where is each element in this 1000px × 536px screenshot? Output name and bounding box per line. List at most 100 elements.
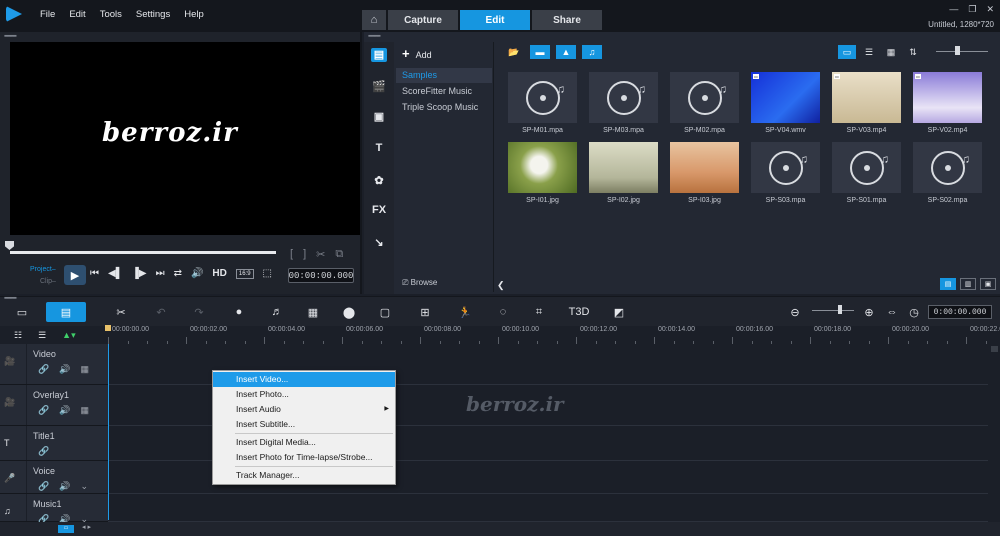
show-audio-icon[interactable]: ♫ (582, 45, 602, 59)
timeline-timecode[interactable]: 0:00:00.000 (928, 305, 992, 319)
mark-out-icon[interactable]: ] (303, 248, 306, 261)
clip-mode-label[interactable]: Clip– (40, 278, 56, 285)
ripple-editing-icon[interactable]: ▦ (80, 364, 89, 375)
volume-icon[interactable]: 🔊 (191, 268, 203, 279)
media-item[interactable]: ▭ SP-V02.mp4 (907, 72, 988, 134)
list-view-icon[interactable]: ☰ (860, 45, 878, 59)
previous-frame-icon[interactable]: ◀▌ (108, 268, 123, 279)
tab-edit[interactable]: Edit (460, 10, 530, 30)
sort-icon[interactable]: ⇅ (904, 45, 922, 59)
media-item[interactable]: SP-I03.jpg (664, 142, 745, 204)
repeat-icon[interactable]: ⇄ (174, 268, 182, 279)
folder-open-icon[interactable]: 📂 (504, 45, 524, 59)
voice-track-icon[interactable]: 🎤 (4, 473, 20, 484)
context-menu-item[interactable]: Track Manager... (213, 468, 395, 483)
menu-edit[interactable]: Edit (69, 9, 85, 20)
tab-capture[interactable]: Capture (388, 10, 458, 30)
thumbnail-size-knob[interactable] (955, 46, 960, 55)
zoom-knob[interactable] (838, 305, 842, 314)
scroll-arrows-icon[interactable]: ◂ ▸ (82, 523, 91, 531)
panel-grip-icon[interactable]: ▪▪▪▪▪▪▪▪ (4, 33, 17, 40)
sound-mixer-icon[interactable]: ♬ (268, 302, 286, 322)
folder-item[interactable]: Samples (396, 68, 492, 83)
track-header[interactable]: 🎤 Voice 🔗 🔊 ⌄ (0, 461, 108, 494)
fit-project-icon[interactable]: ⇔ (884, 302, 900, 322)
multi-trim-icon[interactable]: ⊞ (416, 302, 434, 322)
timeline-view-icon[interactable]: ▤ (46, 302, 86, 322)
playhead-marker[interactable] (105, 325, 111, 331)
zoom-in-icon[interactable]: ⊕ (862, 302, 876, 322)
media-item[interactable]: ▭ SP-V04.wmv (745, 72, 826, 134)
fx-icon[interactable]: FX (371, 204, 387, 218)
thumbnail-size-slider[interactable] (936, 51, 988, 52)
link-icon[interactable]: 🔗 (38, 481, 49, 492)
mute-icon[interactable]: 🔊 (59, 364, 70, 375)
project-duration-icon[interactable]: ◷ (906, 302, 922, 322)
preview-timecode[interactable]: 00:00:00.000 (288, 268, 354, 283)
folder-item[interactable]: Triple Scoop Music (396, 100, 492, 115)
folder-item[interactable]: ScoreFitter Music (396, 84, 492, 99)
show-photos-icon[interactable]: ▲ (556, 45, 576, 59)
link-icon[interactable]: 🔗 (38, 446, 49, 457)
auto-music-icon[interactable]: ▦ (304, 302, 322, 322)
media-item[interactable]: ♫ SP-M01.mpa (502, 72, 583, 134)
expand-icon[interactable]: ▣ (980, 278, 996, 290)
transition-icon[interactable]: ▣ (371, 110, 387, 124)
title-icon[interactable]: T (371, 142, 387, 156)
library-grip-icon[interactable]: ▪▪▪▪▪▪▪▪ (368, 33, 381, 40)
grid-view-icon[interactable]: ▦ (882, 45, 900, 59)
aspect-ratio-button[interactable]: 16:9 (235, 268, 254, 279)
vertical-scrollbar[interactable] (990, 344, 1000, 520)
show-videos-icon[interactable]: ▬ (530, 45, 550, 59)
context-menu-item[interactable]: Insert Audio ▶ (213, 402, 395, 417)
mute-icon[interactable]: 🔊 (59, 405, 70, 416)
track-lane[interactable] (108, 494, 988, 522)
context-menu-item[interactable]: Insert Video... (213, 372, 395, 387)
project-mode-label[interactable]: Project– (30, 266, 56, 273)
scroll-up-icon[interactable] (991, 346, 998, 352)
zoom-out-icon[interactable]: ⊖ (788, 302, 802, 322)
mask-creator-icon[interactable]: ◌ (494, 302, 512, 322)
tools-icon[interactable]: ✂ (112, 302, 130, 322)
chapter-point-icon[interactable]: ☰ (38, 330, 46, 341)
link-icon[interactable]: 🔗 (38, 364, 49, 375)
thumbnail-view-icon[interactable]: ▭ (838, 45, 856, 59)
media-item[interactable]: ♫ SP-S01.mpa (826, 142, 907, 204)
media-item[interactable]: SP-I02.jpg (583, 142, 664, 204)
add-folder-button[interactable]: + Add (402, 46, 432, 61)
play-button[interactable]: ▶ (64, 265, 86, 285)
context-menu-item[interactable]: Insert Photo for Time-lapse/Strobe... (213, 450, 395, 465)
instant-project-icon[interactable]: 🎬 (371, 80, 387, 94)
3d-title-icon[interactable]: T3D (568, 302, 590, 322)
menu-help[interactable]: Help (184, 9, 204, 20)
split-clip-icon[interactable]: ✂ (316, 248, 325, 261)
media-item[interactable]: ♫ SP-S03.mpa (745, 142, 826, 204)
restore-icon[interactable]: ❐ (968, 4, 976, 15)
storyboard-view-icon[interactable]: ▭ (8, 302, 36, 322)
expand-track-icon[interactable]: ⌄ (80, 481, 88, 492)
context-menu-item[interactable]: Insert Digital Media... (213, 435, 395, 450)
browse-button[interactable]: ⎚ Browse (402, 278, 437, 288)
collapse-folders-icon[interactable]: ❮ (497, 280, 505, 291)
tab-share[interactable]: Share (532, 10, 602, 30)
time-remapping-icon[interactable]: 🏃 (456, 302, 474, 322)
end-icon[interactable]: ⏭ (156, 268, 165, 279)
motion-tracking-icon[interactable]: ⬤ (340, 302, 358, 322)
hd-preview-button[interactable]: HD (212, 268, 226, 279)
link-icon[interactable]: 🔗 (38, 405, 49, 416)
enlarge-preview-icon[interactable]: ⧉ (335, 248, 343, 261)
pan-zoom-icon[interactable]: ⌗ (530, 302, 548, 322)
crop-icon[interactable]: ⬚ (263, 268, 272, 279)
track-height-icon[interactable]: ▭ (58, 525, 74, 533)
timeline-ruler[interactable]: 00:00:00.00 00:00:02.00 00:00:04.00 00:00:0… (108, 326, 1000, 344)
undo-icon[interactable]: ↶ (152, 302, 170, 322)
music-track-icon[interactable]: ♫ (4, 506, 20, 516)
overlay-track-icon[interactable]: 🎥 (4, 397, 20, 408)
context-menu-item[interactable]: Insert Photo... (213, 387, 395, 402)
next-frame-icon[interactable]: ▐▶ (132, 268, 147, 279)
library-mode-icon[interactable]: ▤ (940, 278, 956, 290)
video-track-icon[interactable]: 🎥 (4, 356, 20, 367)
close-icon[interactable]: ✕ (986, 4, 994, 15)
context-menu-item[interactable]: Insert Subtitle... (213, 417, 395, 432)
minimize-icon[interactable]: — (949, 4, 958, 15)
